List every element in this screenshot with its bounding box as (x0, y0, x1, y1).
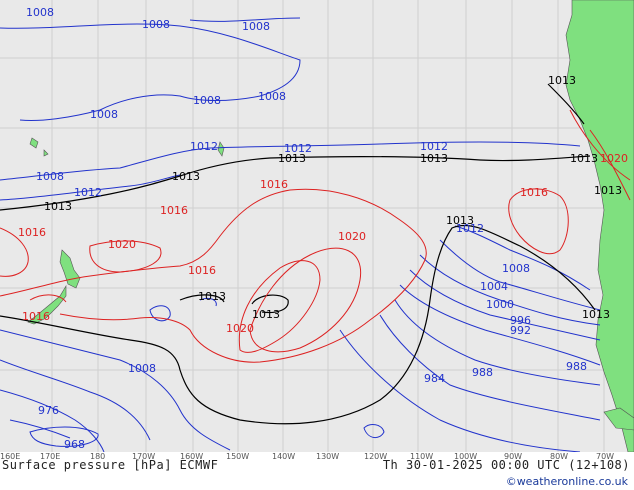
longitude-label: 140W (272, 452, 295, 461)
isobar-label-1008: 1008 (90, 108, 118, 121)
isobar-label-1013: 1013 (198, 290, 226, 303)
isobar-label-1016: 1016 (260, 178, 288, 191)
map-footer: 160E 170E 180 170W 160W 150W 140W 130W 1… (0, 452, 634, 490)
longitude-label: 150W (226, 452, 249, 461)
isobar-label-1008: 1008 (258, 90, 286, 103)
isobar-label-1020: 1020 (600, 152, 628, 165)
isobar-label-1008: 1008 (193, 94, 221, 107)
isobar-label-1008: 1008 (502, 262, 530, 275)
isobar-label-1012: 1012 (74, 186, 102, 199)
isobar-label-1016: 1016 (188, 264, 216, 277)
isobars-high (0, 109, 631, 363)
isobar-label-1013: 1013 (278, 152, 306, 165)
isobar-label-1013: 1013 (570, 152, 598, 165)
isobar-label-1008: 1008 (242, 20, 270, 33)
isobar-label-1013: 1013 (44, 200, 72, 213)
isobar-label-1008: 1008 (128, 362, 156, 375)
isobars-low (0, 17, 601, 452)
isobar-label-1004: 1004 (480, 280, 508, 293)
map-canvas: 1008 1008 1008 1008 1008 1008 1008 1008 … (0, 0, 634, 452)
isobar-label-976: 976 (38, 404, 59, 417)
credit-link[interactable]: ©weatheronline.co.uk (506, 475, 628, 488)
south-america-land (565, 0, 634, 452)
isobar-label-988: 988 (566, 360, 587, 373)
isobar-label-1013: 1013 (420, 152, 448, 165)
isobar-label-1020: 1020 (108, 238, 136, 251)
isobar-label-1020: 1020 (226, 322, 254, 335)
map-grid (0, 0, 634, 452)
new-zealand-north-island (59, 249, 81, 289)
isobar-label-1000: 1000 (486, 298, 514, 311)
isobar-label-1016: 1016 (22, 310, 50, 323)
isobar-label-1016: 1016 (160, 204, 188, 217)
isobar-label-1013: 1013 (446, 214, 474, 227)
isobar-label-1008: 1008 (26, 6, 54, 19)
isobar-label-1013: 1013 (252, 308, 280, 321)
map-title: Surface pressure [hPa] ECMWF (2, 458, 219, 472)
isobars-1013 (0, 83, 596, 425)
isobar-label-1016: 1016 (18, 226, 46, 239)
pressure-map: 1008 1008 1008 1008 1008 1008 1008 1008 … (0, 0, 634, 452)
isobar-label-1013: 1013 (594, 184, 622, 197)
isobar-label-984: 984 (424, 372, 445, 385)
isobar-label-1008: 1008 (36, 170, 64, 183)
forecast-time: Th 30-01-2025 00:00 UTC (12+108) (382, 458, 630, 472)
isobar-label-1020: 1020 (338, 230, 366, 243)
isobar-label-1013: 1013 (582, 308, 610, 321)
isobar-label-1008: 1008 (142, 18, 170, 31)
isobar-label-992: 992 (510, 324, 531, 337)
isobar-label-988: 988 (472, 366, 493, 379)
isobar-label-1013: 1013 (548, 74, 576, 87)
isobar-label-1012: 1012 (190, 140, 218, 153)
longitude-label: 130W (316, 452, 339, 461)
isobar-label-1013: 1013 (172, 170, 200, 183)
isobar-label-1016: 1016 (520, 186, 548, 199)
